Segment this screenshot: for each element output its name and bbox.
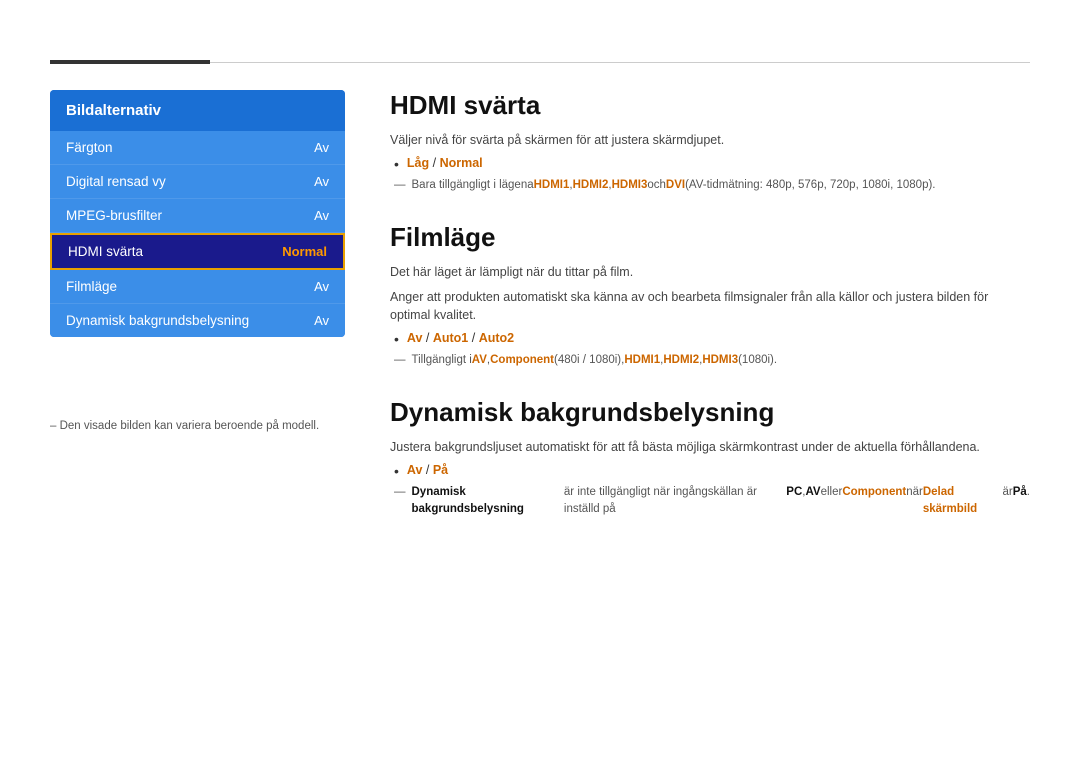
hdmi-sep1: / bbox=[429, 156, 439, 170]
sidebar-item-hdmi-svarta[interactable]: HDMI svärta Normal bbox=[50, 233, 345, 270]
section-dynamisk-desc: Justera bakgrundsljuset automatiskt för … bbox=[390, 438, 1030, 457]
dynamisk-sep: / bbox=[422, 463, 432, 477]
sidebar-item-fargton-value: Av bbox=[314, 140, 329, 155]
section-dynamisk-title: Dynamisk bakgrundsbelysning bbox=[390, 397, 1030, 428]
filmlage-auto1: Auto1 bbox=[433, 331, 468, 345]
section-hdmi-title: HDMI svärta bbox=[390, 90, 1030, 121]
sidebar-item-digital-label: Digital rensad vy bbox=[66, 174, 166, 189]
dynamisk-bullet: Av / På bbox=[390, 463, 1030, 480]
dynamisk-av: Av bbox=[407, 463, 423, 477]
hdmi-dash-note: Bara tillgängligt i lägena HDMI1, HDMI2,… bbox=[390, 177, 1030, 194]
sidebar-item-hdmi-value: Normal bbox=[282, 244, 327, 259]
sidebar-item-mpeg-label: MPEG-brusfilter bbox=[66, 208, 162, 223]
sidebar-header: Bildalternativ bbox=[50, 90, 345, 131]
dynamisk-pa: På bbox=[433, 463, 448, 477]
sidebar-item-dynamisk-label: Dynamisk bakgrundsbelysning bbox=[66, 313, 249, 328]
section-hdmi-svarta: HDMI svärta Väljer nivå för svärta på sk… bbox=[390, 90, 1030, 194]
section-dynamisk: Dynamisk bakgrundsbelysning Justera bakg… bbox=[390, 397, 1030, 518]
sidebar-item-filmlage-value: Av bbox=[314, 279, 329, 294]
section-filmlage-desc2: Anger att produkten automatiskt ska känn… bbox=[390, 288, 1030, 326]
filmlage-sep2: / bbox=[468, 331, 478, 345]
filmlage-av: Av bbox=[407, 331, 423, 345]
top-bar bbox=[50, 60, 1030, 64]
main-content: HDMI svärta Väljer nivå för svärta på sk… bbox=[390, 90, 1030, 546]
dynamisk-dash-note: Dynamisk bakgrundsbelysning är inte till… bbox=[390, 484, 1030, 519]
sidebar-item-digital-value: Av bbox=[314, 174, 329, 189]
sidebar-item-dynamisk[interactable]: Dynamisk bakgrundsbelysning Av bbox=[50, 304, 345, 337]
hdmi-bullet: Låg / Normal bbox=[390, 156, 1030, 173]
section-filmlage: Filmläge Det här läget är lämpligt när d… bbox=[390, 222, 1030, 369]
sidebar-note: – Den visade bilden kan variera beroende… bbox=[50, 420, 319, 432]
sidebar-item-digital-rensad-vy[interactable]: Digital rensad vy Av bbox=[50, 165, 345, 199]
section-filmlage-title: Filmläge bbox=[390, 222, 1030, 253]
sidebar-item-hdmi-label: HDMI svärta bbox=[68, 244, 143, 259]
sidebar-item-mpeg[interactable]: MPEG-brusfilter Av bbox=[50, 199, 345, 233]
sidebar-item-filmlage-label: Filmläge bbox=[66, 279, 117, 294]
top-bar-dark bbox=[50, 60, 210, 64]
filmlage-dash-note: Tillgängligt i AV, Component (480i / 108… bbox=[390, 352, 1030, 369]
sidebar-item-dynamisk-value: Av bbox=[314, 313, 329, 328]
sidebar: Bildalternativ Färgton Av Digital rensad… bbox=[50, 90, 345, 337]
hdmi-normal: Normal bbox=[440, 156, 483, 170]
top-bar-light bbox=[210, 62, 1030, 63]
sidebar-item-fargton-label: Färgton bbox=[66, 140, 113, 155]
section-hdmi-desc: Väljer nivå för svärta på skärmen för at… bbox=[390, 131, 1030, 150]
sidebar-item-filmlage[interactable]: Filmläge Av bbox=[50, 270, 345, 304]
filmlage-auto2: Auto2 bbox=[479, 331, 514, 345]
section-filmlage-desc1: Det här läget är lämpligt när du tittar … bbox=[390, 263, 1030, 282]
filmlage-sep1: / bbox=[422, 331, 432, 345]
filmlage-bullet: Av / Auto1 / Auto2 bbox=[390, 331, 1030, 348]
hdmi-lag: Låg bbox=[407, 156, 429, 170]
sidebar-item-fargton[interactable]: Färgton Av bbox=[50, 131, 345, 165]
sidebar-item-mpeg-value: Av bbox=[314, 208, 329, 223]
